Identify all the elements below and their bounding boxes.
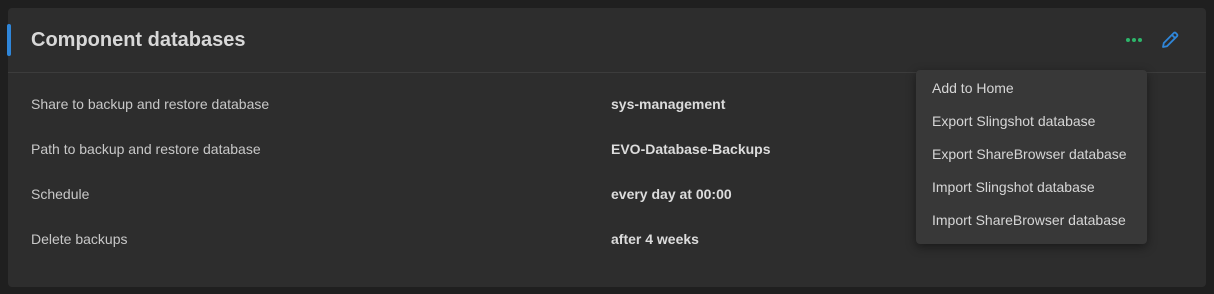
accent-bar — [7, 24, 11, 56]
row-value: after 4 weeks — [611, 231, 699, 247]
more-dots-icon — [1126, 38, 1142, 42]
menu-item-export-sharebrowser[interactable]: Export ShareBrowser database — [916, 138, 1147, 171]
settings-row-path: Path to backup and restore database EVO-… — [31, 137, 891, 167]
row-label: Schedule — [31, 186, 90, 202]
row-value: EVO-Database-Backups — [611, 141, 771, 157]
row-value: every day at 00:00 — [611, 186, 732, 202]
row-label: Delete backups — [31, 231, 128, 247]
row-value: sys-management — [611, 96, 726, 112]
settings-row-share: Share to backup and restore database sys… — [31, 92, 891, 122]
card-header: Component databases — [7, 8, 1206, 73]
row-label: Share to backup and restore database — [31, 96, 270, 112]
pencil-icon — [1162, 31, 1179, 48]
settings-row-delete-backups: Delete backups after 4 weeks — [31, 227, 891, 257]
edit-button[interactable] — [1158, 28, 1182, 52]
actions-dropdown-menu: Add to Home Export Slingshot database Ex… — [916, 70, 1147, 244]
menu-item-export-slingshot[interactable]: Export Slingshot database — [916, 105, 1147, 138]
row-label: Path to backup and restore database — [31, 141, 261, 157]
more-actions-button[interactable] — [1122, 30, 1146, 50]
card-title: Component databases — [31, 29, 246, 51]
menu-item-import-slingshot[interactable]: Import Slingshot database — [916, 171, 1147, 204]
settings-row-schedule: Schedule every day at 00:00 — [31, 182, 891, 212]
menu-item-import-sharebrowser[interactable]: Import ShareBrowser database — [916, 204, 1147, 237]
menu-item-add-to-home[interactable]: Add to Home — [916, 72, 1147, 105]
